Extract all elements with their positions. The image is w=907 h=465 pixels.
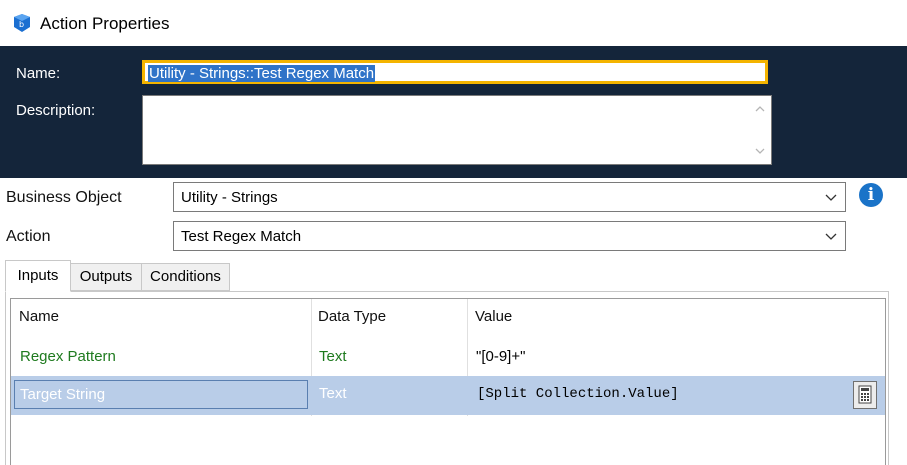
name-field-value: Utility - Strings::Test Regex Match [148, 65, 376, 82]
row-1-value[interactable]: "[0-9]+" [476, 348, 525, 365]
action-value: Test Regex Match [181, 228, 302, 245]
scroll-down-icon[interactable] [753, 144, 767, 158]
row-1-name: Regex Pattern [20, 348, 116, 365]
business-object-label: Business Object [6, 189, 122, 206]
window-title: Action Properties [40, 14, 170, 33]
row-2-name-editor[interactable]: Target String [14, 380, 308, 409]
column-header-name[interactable]: Name [19, 308, 59, 325]
calculator-icon [858, 385, 872, 404]
action-dropdown[interactable]: Test Regex Match [173, 221, 846, 251]
description-scrollbar[interactable] [749, 96, 771, 164]
business-object-dropdown[interactable]: Utility - Strings [173, 182, 846, 212]
tab-conditions[interactable]: Conditions [141, 263, 230, 291]
name-label: Name: [16, 65, 61, 82]
action-label: Action [6, 228, 51, 245]
description-label: Description: [16, 102, 96, 119]
blue-prism-icon: b [14, 14, 30, 32]
info-icon[interactable]: i [859, 183, 883, 207]
tab-outputs[interactable]: Outputs [70, 263, 142, 291]
name-field[interactable]: Utility - Strings::Test Regex Match [142, 60, 768, 84]
row-1-data-type: Text [319, 348, 347, 365]
expression-editor-button[interactable] [853, 381, 877, 409]
column-header-data-type[interactable]: Data Type [318, 308, 386, 325]
row-2-name: Target String [20, 386, 106, 403]
description-field[interactable] [142, 95, 772, 165]
chevron-down-icon [825, 233, 837, 240]
tab-inputs[interactable]: Inputs [5, 260, 71, 292]
row-2-value[interactable]: [Split Collection.Value] [477, 386, 679, 402]
row-2-data-type: Text [319, 385, 347, 402]
svg-text:b: b [19, 20, 24, 29]
chevron-down-icon [825, 194, 837, 201]
business-object-value: Utility - Strings [181, 189, 278, 206]
column-header-value[interactable]: Value [475, 308, 512, 325]
scroll-up-icon[interactable] [753, 102, 767, 116]
